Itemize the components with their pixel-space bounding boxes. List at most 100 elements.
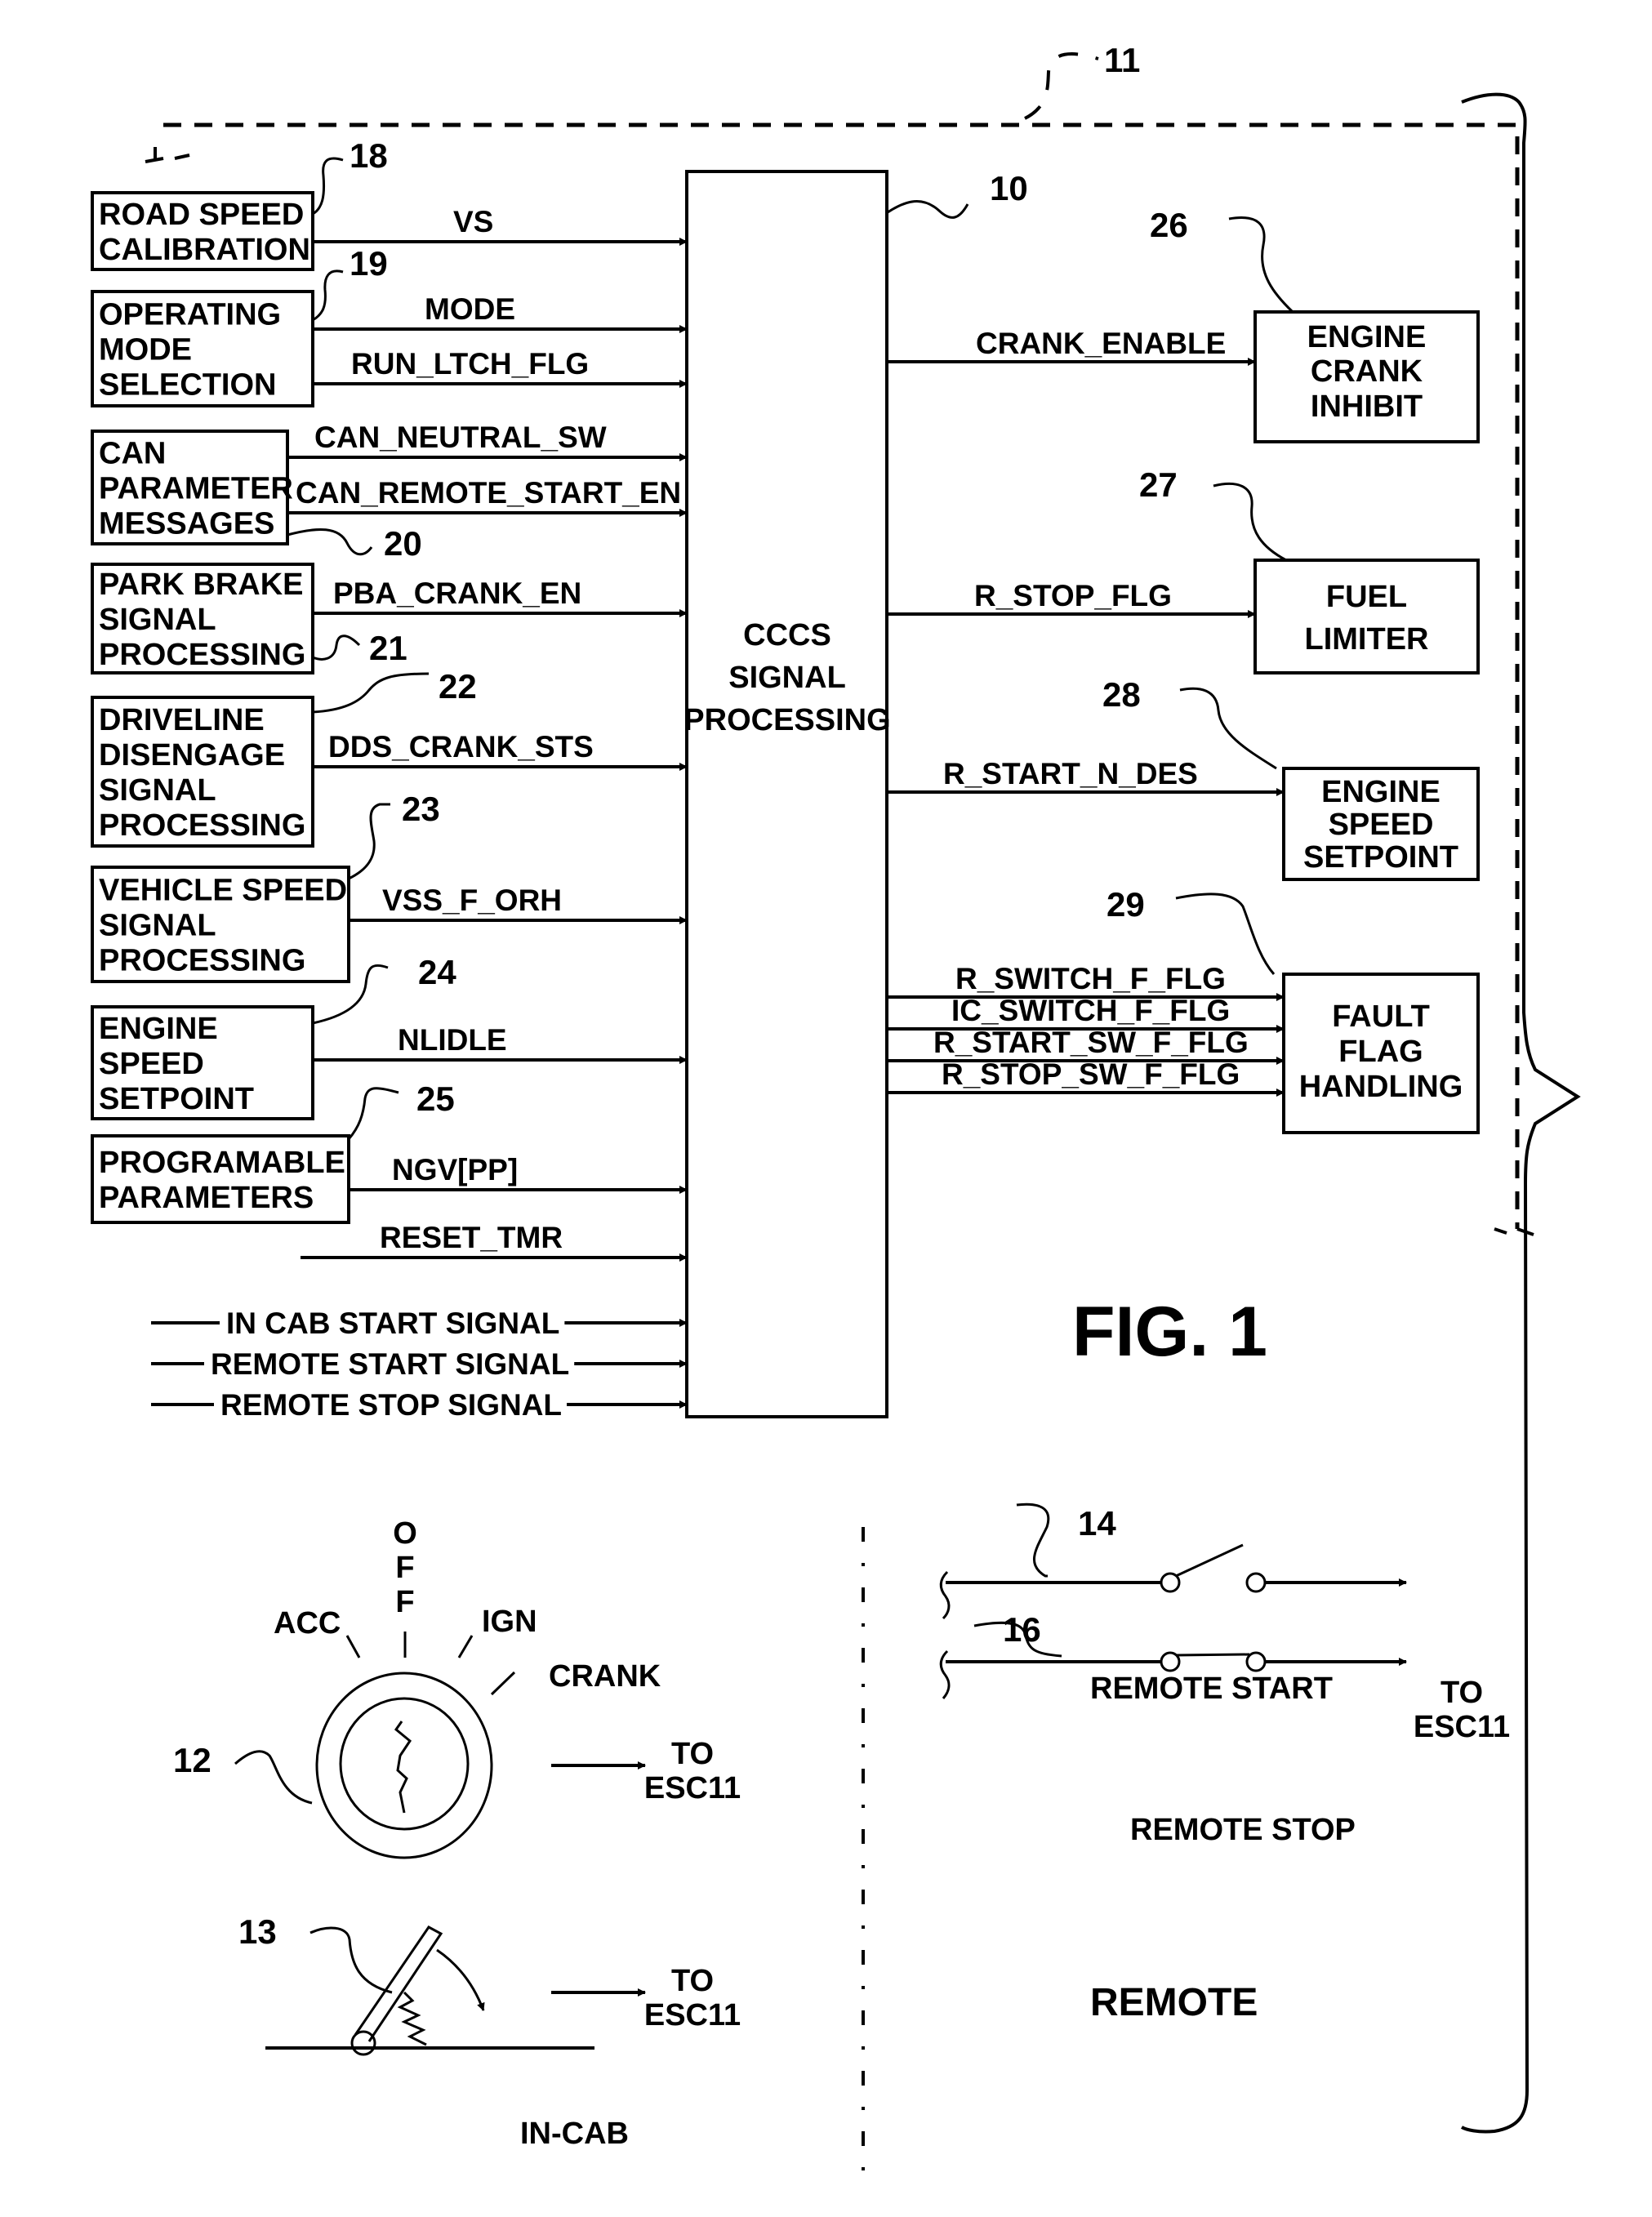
output-block: FAULTFLAGHANDLING R_SWITCH_F_FLGIC_SWITCH… (888, 885, 1480, 1134)
leader-13 (309, 1926, 393, 1994)
input-block: PARK BRAKESIGNALPROCESSING PBA_CRANK_EN 21 (91, 563, 688, 674)
output-block: ENGINECRANKINHIBIT CRANK_ENABLE 26 (888, 206, 1480, 443)
input-block-label-line: SETPOINT (99, 1082, 254, 1116)
input-block-label-line: ROAD SPEED (99, 198, 304, 232)
position-acc: ACC (274, 1606, 341, 1640)
output-block: FUEL LIMITER R_STOP_FLG 27 (888, 465, 1480, 674)
pedal-switch: 13 TO ESC11 (238, 1912, 741, 2056)
input-block-label-line: SPEED (99, 1047, 204, 1081)
ref-number: 29 (1107, 885, 1145, 924)
output-block: ENGINESPEEDSETPOINT R_START_N_DES 28 (888, 675, 1480, 881)
ref-10: 10 (990, 169, 1028, 207)
esc-boundary-corner-mark (145, 147, 190, 163)
cccs-label-line: SIGNAL (728, 661, 846, 695)
output-block-label-line: ENGINE (1307, 320, 1427, 354)
remote-start-contact (1245, 1572, 1267, 1593)
ref-number: 20 (384, 524, 422, 563)
input-block: CANPARAMETERMESSAGES CAN_NEUTRAL_SW CAN_RE… (91, 421, 688, 563)
input-block-label-line: CALIBRATION (99, 233, 310, 267)
remote-start-label: REMOTE START (1090, 1672, 1333, 1706)
input-block-label-line: MODE (99, 333, 192, 367)
output-signal-label: R_SWITCH_F_FLG (955, 962, 1226, 995)
input-blocks: ROAD SPEEDCALIBRATIONVS18OPERATINGMODESE… (91, 136, 688, 1224)
output-signal-label: CRANK_ENABLE (976, 327, 1226, 360)
ref-number: 28 (1102, 675, 1141, 714)
leader-line (312, 269, 344, 322)
leader-14 (1016, 1502, 1050, 1578)
free-input-label: IN CAB START SIGNAL (226, 1307, 559, 1340)
input-signal-label: PBA_CRANK_EN (333, 577, 581, 610)
free-input-signals: RESET_TMR IN CAB START SIGNAL REMOTE START… (151, 1221, 688, 1422)
remote-stop-blade (1175, 1653, 1250, 1657)
input-block-label-line: SELECTION (99, 368, 276, 403)
input-block-label-line: PARAMETERS (99, 1181, 314, 1215)
ref-13: 13 (238, 1912, 277, 1951)
output-block-label-line: FLAG (1338, 1035, 1423, 1069)
output-block-label-line: HANDLING (1299, 1070, 1463, 1104)
leader-line (1213, 482, 1287, 562)
free-input-signal: RESET_TMR (301, 1221, 688, 1262)
position-ign: IGN (482, 1605, 537, 1639)
input-signal-label: MODE (425, 292, 515, 326)
key-slot-icon (394, 1721, 412, 1814)
input-block-label-line: PROCESSING (99, 638, 305, 672)
input-block-label-line: ENGINE (99, 1012, 218, 1046)
ref-number: 25 (416, 1080, 455, 1118)
figure-title: FIG. 1 (1072, 1293, 1267, 1371)
input-signal-label: NLIDLE (398, 1023, 507, 1057)
output-signal-label: R_STOP_FLG (974, 579, 1172, 612)
input-block-label-line: SIGNAL (99, 773, 216, 808)
pedal-motion-arrow (436, 1948, 485, 2011)
output-block-label-line: INHIBIT (1311, 390, 1423, 424)
input-block-label-line: OPERATING (99, 298, 281, 332)
esc-boundary-corner-mark-right (1494, 1227, 1534, 1236)
leader-line (1228, 216, 1294, 314)
output-signal-label: R_STOP_SW_F_FLG (942, 1057, 1240, 1091)
free-input-signal: REMOTE STOP SIGNAL (151, 1388, 688, 1422)
free-input-label: REMOTE START SIGNAL (211, 1347, 569, 1381)
free-input-label: REMOTE STOP SIGNAL (220, 1388, 562, 1422)
ignition-switch: ACC OFF IGN CRANK 12 TO ESC11 (173, 1516, 741, 1859)
input-block-label-line: PROCESSING (99, 808, 305, 843)
ign-tick (457, 1635, 474, 1658)
position-crank: CRANK (549, 1659, 661, 1694)
input-signal-label: RUN_LTCH_FLG (351, 347, 589, 381)
input-signal-label: CAN_REMOTE_START_EN (296, 476, 681, 510)
input-block: DRIVELINEDISENGAGESIGNALPROCESSING DDS_CR… (91, 667, 688, 848)
leader-line (312, 157, 344, 216)
leader-line (287, 528, 373, 556)
input-signal-label: VS (453, 205, 493, 238)
output-block-label-line: FAULT (1332, 999, 1430, 1034)
output-block-label-line: CRANK (1311, 354, 1423, 389)
output-block-label-line: SPEED (1329, 808, 1434, 842)
output-signal-label: R_START_SW_F_FLG (933, 1026, 1249, 1059)
output-block-label-line: FUEL (1326, 580, 1407, 614)
input-block-label-line: MESSAGES (99, 507, 274, 541)
remote-stop-contact (1245, 1651, 1267, 1672)
output-blocks: ENGINECRANKINHIBIT CRANK_ENABLE 26 FUEL LIMI… (888, 206, 1480, 1134)
pedal-dest-line: ESC11 (644, 1998, 741, 2032)
ignition-dest-line: TO (671, 1737, 714, 1771)
ref-number: 26 (1150, 206, 1188, 244)
input-signal-label: DDS_CRANK_STS (328, 730, 594, 763)
remote-section-label: REMOTE (1090, 1981, 1258, 2024)
ref-12: 12 (173, 1741, 212, 1779)
leader-11 (1024, 52, 1099, 120)
pedal-arm (354, 1925, 443, 2042)
input-block-label-line: DRIVELINE (99, 703, 265, 737)
ref-number: 21 (369, 629, 407, 667)
acc-tick (345, 1635, 361, 1658)
leader-12 (234, 1750, 313, 1805)
free-input-signal: IN CAB START SIGNAL (151, 1307, 688, 1340)
pedal-spring-icon (397, 1991, 427, 2046)
free-input-signal: REMOTE START SIGNAL (151, 1347, 688, 1381)
position-off: OFF (393, 1516, 417, 1619)
pedal-pivot (350, 2030, 376, 2056)
ref-11: 11 (1104, 41, 1140, 79)
output-block-label-line: LIMITER (1305, 622, 1429, 657)
input-block-label-line: SIGNAL (99, 603, 216, 637)
wire-break-icon (939, 1570, 951, 1620)
output-signal-label: IC_SWITCH_F_FLG (951, 994, 1230, 1027)
leader-line (348, 803, 390, 880)
free-input-label: RESET_TMR (380, 1221, 563, 1254)
